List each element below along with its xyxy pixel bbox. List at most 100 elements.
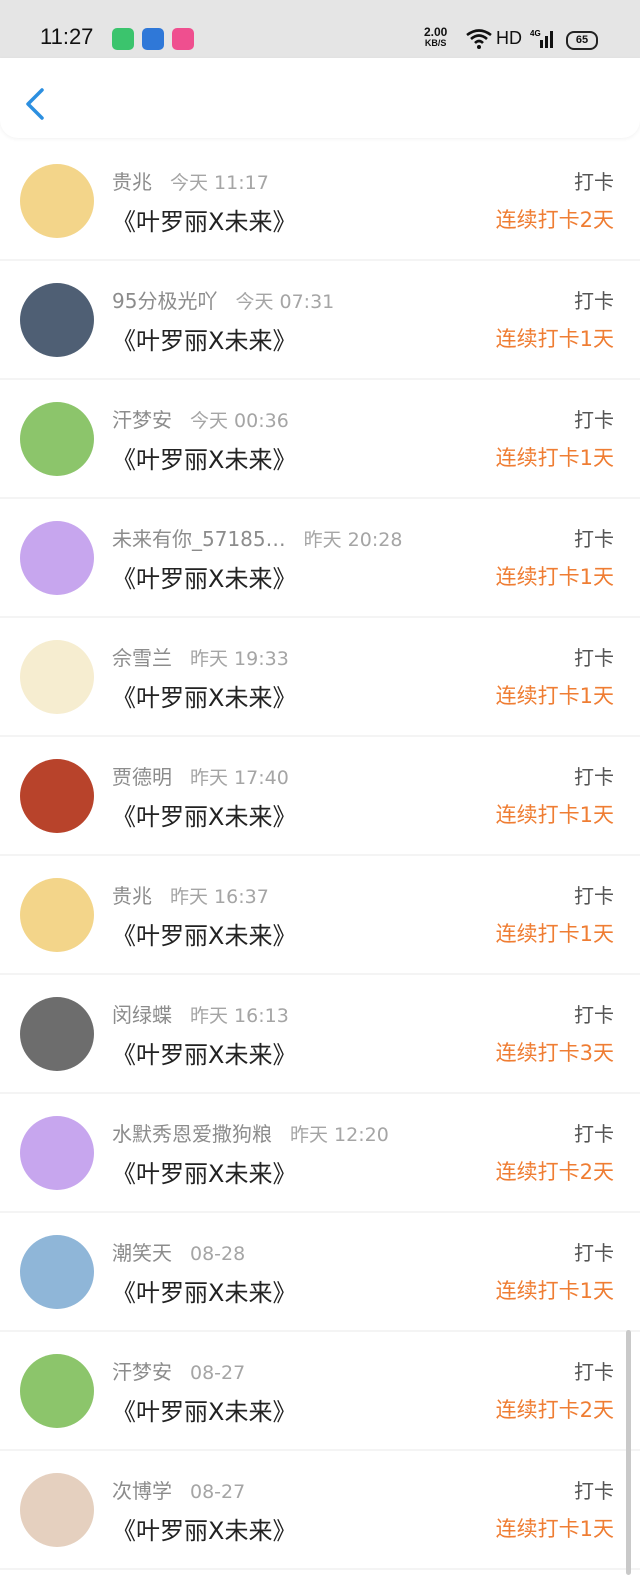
user-name[interactable]: 潮笑天 [112, 1241, 172, 1265]
network-speed: 2.00 KB/S [424, 25, 448, 48]
user-name-line: 贵兆 昨天 16:37 [112, 880, 269, 909]
back-icon[interactable] [22, 86, 48, 122]
user-name[interactable]: 贾德明 [112, 765, 172, 789]
checkin-row[interactable]: 水默秀恩爱撒狗粮 昨天 12:20 《叶罗丽X未来》 打卡 连续打卡2天 [0, 1094, 640, 1213]
user-avatar[interactable] [20, 164, 94, 238]
user-name-line: 潮笑天 08-28 [112, 1237, 245, 1266]
checkin-title[interactable]: 《叶罗丽X未来》 [112, 559, 296, 594]
streak-text: 连续打卡1天 [495, 327, 614, 351]
hd-indicator: HD [496, 28, 522, 48]
checkin-time: 昨天 19:33 [190, 648, 289, 670]
status-bar: 11:27 2.00 KB/S HD 4G 65 [0, 0, 640, 58]
user-avatar[interactable] [20, 1235, 94, 1309]
checkin-time: 昨天 16:37 [170, 886, 269, 908]
user-avatar[interactable] [20, 402, 94, 476]
checkin-label: 打卡 [574, 1003, 614, 1027]
signal-icon: 4G [530, 29, 553, 48]
user-avatar[interactable] [20, 1354, 94, 1428]
app-notification-icon [142, 28, 164, 50]
user-name[interactable]: 贵兆 [112, 170, 152, 194]
battery-indicator: 65 [566, 31, 598, 50]
streak-text: 连续打卡2天 [495, 1160, 614, 1184]
user-name-line: 贵兆 今天 11:17 [112, 166, 269, 195]
checkin-row[interactable]: 贾德明 昨天 17:40 《叶罗丽X未来》 打卡 连续打卡1天 [0, 737, 640, 856]
checkin-time: 今天 11:17 [170, 172, 269, 194]
checkin-title[interactable]: 《叶罗丽X未来》 [112, 1035, 296, 1070]
top-nav-bar [0, 58, 640, 138]
user-name-line: 次博学 08-27 [112, 1475, 245, 1504]
checkin-time: 昨天 20:28 [303, 529, 403, 551]
checkin-title[interactable]: 《叶罗丽X未来》 [112, 202, 296, 237]
checkin-row[interactable]: 贵兆 今天 11:17 《叶罗丽X未来》 打卡 连续打卡2天 [0, 142, 640, 261]
checkin-title[interactable]: 《叶罗丽X未来》 [112, 678, 296, 713]
user-name[interactable]: 汗梦安 [112, 1360, 172, 1384]
user-name-line: 汗梦安 08-27 [112, 1356, 245, 1385]
checkin-label: 打卡 [574, 289, 614, 313]
scrollbar[interactable] [626, 1330, 631, 1575]
user-name[interactable]: 佘雪兰 [112, 646, 172, 670]
user-name-line: 水默秀恩爱撒狗粮 昨天 12:20 [112, 1118, 389, 1147]
streak-text: 连续打卡2天 [495, 208, 614, 232]
streak-text: 连续打卡3天 [495, 1041, 614, 1065]
checkin-time: 今天 00:36 [190, 410, 289, 432]
user-avatar[interactable] [20, 1116, 94, 1190]
app-notification-icon [172, 28, 194, 50]
streak-text: 连续打卡1天 [495, 684, 614, 708]
checkin-time: 08-28 [190, 1243, 246, 1265]
checkin-title[interactable]: 《叶罗丽X未来》 [112, 440, 296, 475]
checkin-time: 昨天 12:20 [290, 1124, 389, 1146]
user-avatar[interactable] [20, 759, 94, 833]
checkin-row[interactable]: 未来有你_57185… 昨天 20:28 《叶罗丽X未来》 打卡 连续打卡1天 [0, 499, 640, 618]
user-name-line: 未来有你_57185… 昨天 20:28 [112, 523, 402, 552]
checkin-row[interactable]: 佘雪兰 昨天 19:33 《叶罗丽X未来》 打卡 连续打卡1天 [0, 618, 640, 737]
checkin-title[interactable]: 《叶罗丽X未来》 [112, 1154, 296, 1189]
streak-text: 连续打卡1天 [495, 446, 614, 470]
user-name-line: 贾德明 昨天 17:40 [112, 761, 289, 790]
checkin-row[interactable]: 贵兆 昨天 16:37 《叶罗丽X未来》 打卡 连续打卡1天 [0, 856, 640, 975]
user-avatar[interactable] [20, 878, 94, 952]
checkin-label: 打卡 [574, 1241, 614, 1265]
user-avatar[interactable] [20, 640, 94, 714]
user-name-line: 95分极光吖 今天 07:31 [112, 285, 334, 314]
checkin-label: 打卡 [574, 1122, 614, 1146]
checkin-title[interactable]: 《叶罗丽X未来》 [112, 916, 296, 951]
user-avatar[interactable] [20, 997, 94, 1071]
checkin-row[interactable]: 95分极光吖 今天 07:31 《叶罗丽X未来》 打卡 连续打卡1天 [0, 261, 640, 380]
checkin-label: 打卡 [574, 527, 614, 551]
checkin-label: 打卡 [574, 170, 614, 194]
checkin-row[interactable]: 闵绿蝶 昨天 16:13 《叶罗丽X未来》 打卡 连续打卡3天 [0, 975, 640, 1094]
streak-text: 连续打卡1天 [495, 1279, 614, 1303]
streak-text: 连续打卡1天 [495, 565, 614, 589]
app-notification-icon [112, 28, 134, 50]
checkin-title[interactable]: 《叶罗丽X未来》 [112, 1511, 296, 1546]
user-name-line: 闵绿蝶 昨天 16:13 [112, 999, 289, 1028]
checkin-time: 08-27 [190, 1481, 246, 1503]
status-time: 11:27 [40, 24, 94, 49]
checkin-title[interactable]: 《叶罗丽X未来》 [112, 1392, 296, 1427]
checkin-label: 打卡 [574, 408, 614, 432]
checkin-row[interactable]: 汗梦安 今天 00:36 《叶罗丽X未来》 打卡 连续打卡1天 [0, 380, 640, 499]
checkin-title[interactable]: 《叶罗丽X未来》 [112, 1273, 296, 1308]
user-name[interactable]: 水默秀恩爱撒狗粮 [112, 1122, 272, 1146]
checkin-title[interactable]: 《叶罗丽X未来》 [112, 321, 296, 356]
user-name[interactable]: 闵绿蝶 [112, 1003, 172, 1027]
checkin-time: 昨天 16:13 [190, 1005, 289, 1027]
user-name[interactable]: 汗梦安 [112, 408, 172, 432]
user-name[interactable]: 95分极光吖 [112, 289, 217, 313]
checkin-time: 昨天 17:40 [190, 767, 289, 789]
user-name-line: 佘雪兰 昨天 19:33 [112, 642, 289, 671]
checkin-time: 今天 07:31 [235, 291, 335, 313]
streak-text: 连续打卡1天 [495, 803, 614, 827]
user-avatar[interactable] [20, 1473, 94, 1547]
streak-text: 连续打卡2天 [495, 1398, 614, 1422]
user-name[interactable]: 次博学 [112, 1479, 172, 1503]
streak-text: 连续打卡1天 [495, 1517, 614, 1541]
checkin-row[interactable]: 潮笑天 08-28 《叶罗丽X未来》 打卡 连续打卡1天 [0, 1213, 640, 1332]
user-name[interactable]: 未来有你_57185… [112, 527, 286, 551]
user-avatar[interactable] [20, 521, 94, 595]
user-name[interactable]: 贵兆 [112, 884, 152, 908]
checkin-row[interactable]: 汗梦安 08-27 《叶罗丽X未来》 打卡 连续打卡2天 [0, 1332, 640, 1451]
checkin-row[interactable]: 次博学 08-27 《叶罗丽X未来》 打卡 连续打卡1天 [0, 1451, 640, 1570]
checkin-title[interactable]: 《叶罗丽X未来》 [112, 797, 296, 832]
user-avatar[interactable] [20, 283, 94, 357]
